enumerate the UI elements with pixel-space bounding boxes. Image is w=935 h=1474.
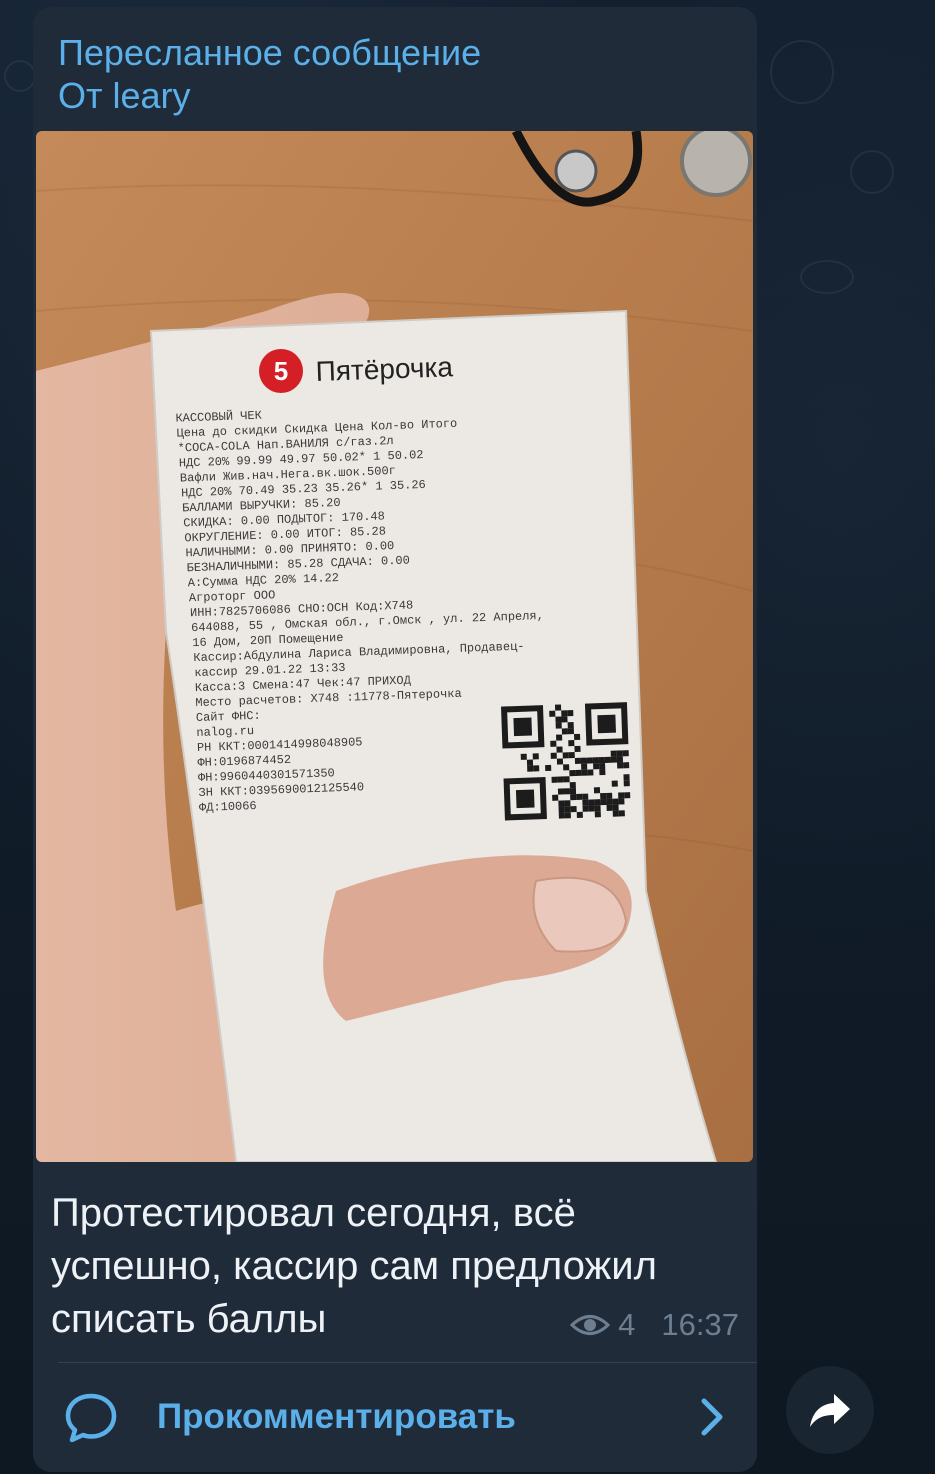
receipt-line: ФД:10066 (199, 799, 257, 815)
message-bubble[interactable]: Пересланное сообщение От leary 5 Пятёроч… (33, 7, 757, 1472)
comments-button[interactable]: Прокомментировать (33, 1363, 757, 1472)
message-meta: 4 16:37 (570, 1307, 739, 1343)
eye-icon (570, 1315, 611, 1335)
forwarded-header[interactable]: Пересланное сообщение От leary (58, 31, 481, 117)
receipt-line: Сайт ФНС: (196, 709, 261, 725)
views-counter: 4 (570, 1307, 635, 1343)
wallpaper-doodle (800, 260, 854, 294)
wallpaper-doodle (4, 60, 36, 92)
message-photo[interactable]: 5 Пятёрочка КАССОВЫЙ ЧЕК Цена до скидки С… (36, 131, 753, 1162)
forwarded-from[interactable]: От leary (58, 74, 481, 117)
wallpaper-doodle (770, 40, 834, 104)
forwarded-title: Пересланное сообщение (58, 32, 482, 73)
share-button[interactable] (786, 1366, 874, 1454)
share-arrow-icon (810, 1394, 850, 1427)
comment-bubble-icon (65, 1393, 117, 1443)
svg-text:5: 5 (274, 356, 288, 386)
message-time: 16:37 (661, 1307, 739, 1342)
wallpaper-doodle (850, 150, 894, 194)
receipt-line: КАССОВЫЙ ЧЕК (175, 408, 262, 426)
receipt-photo: 5 Пятёрочка КАССОВЫЙ ЧЕКЦена до скидки С… (36, 131, 753, 1162)
receipt-brand-text: Пятёрочка (315, 351, 454, 387)
comments-label: Прокомментировать (157, 1397, 516, 1436)
chevron-right-icon (701, 1398, 723, 1436)
views-count: 4 (618, 1307, 636, 1342)
receipt-line: nalog.ru (196, 724, 254, 740)
receipt-qr-code (497, 699, 633, 824)
